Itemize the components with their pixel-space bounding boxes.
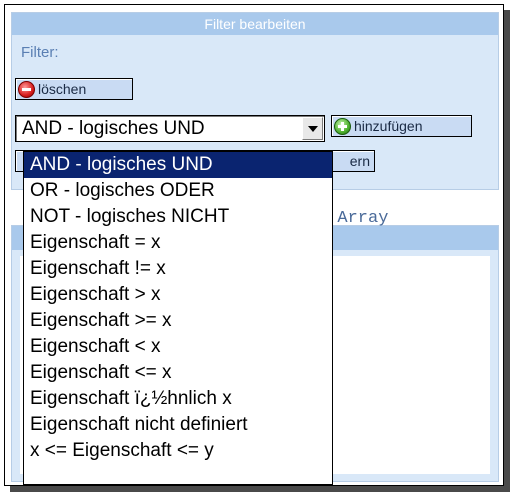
- dropdown-option[interactable]: OR - logisches ODER: [24, 178, 332, 204]
- dropdown-option[interactable]: x <= Eigenschaft <= y: [24, 438, 332, 464]
- dropdown-option[interactable]: Eigenschaft >= x: [24, 308, 332, 334]
- dropdown-option[interactable]: AND - logisches UND: [24, 152, 332, 178]
- plus-circle-icon: [334, 117, 351, 135]
- dropdown-option[interactable]: Eigenschaft nicht definiert: [24, 412, 332, 438]
- dropdown-option[interactable]: Eigenschaft < x: [24, 334, 332, 360]
- chevron-down-icon: [307, 125, 318, 132]
- add-button-label: hinzufügen: [354, 118, 423, 134]
- add-button[interactable]: hinzufügen: [331, 115, 472, 137]
- window-frame: Filter bearbeiten Filter: löschen AND - …: [4, 4, 504, 486]
- operator-select-value: AND - logisches UND: [22, 118, 205, 139]
- filter-label: Filter:: [21, 44, 59, 61]
- delete-button-label: löschen: [38, 81, 87, 97]
- dropdown-option[interactable]: Eigenschaft != x: [24, 256, 332, 282]
- dropdown-option[interactable]: Eigenschaft <= x: [24, 360, 332, 386]
- panel-title: Filter bearbeiten: [12, 13, 498, 35]
- dropdown-option[interactable]: NOT - logisches NICHT: [24, 204, 332, 230]
- minus-circle-icon: [18, 80, 35, 98]
- operator-dropdown-list[interactable]: AND - logisches UND OR - logisches ODER …: [23, 151, 333, 485]
- dropdown-option[interactable]: Eigenschaft ï¿½hnlich x: [24, 386, 332, 412]
- dropdown-option[interactable]: Eigenschaft = x: [24, 230, 332, 256]
- dropdown-arrow-button[interactable]: [302, 117, 323, 140]
- operator-select[interactable]: AND - logisches UND: [15, 115, 325, 142]
- dropdown-option[interactable]: Eigenschaft > x: [24, 282, 332, 308]
- obscured-button-label: ern: [349, 153, 370, 169]
- delete-button[interactable]: löschen: [15, 78, 133, 100]
